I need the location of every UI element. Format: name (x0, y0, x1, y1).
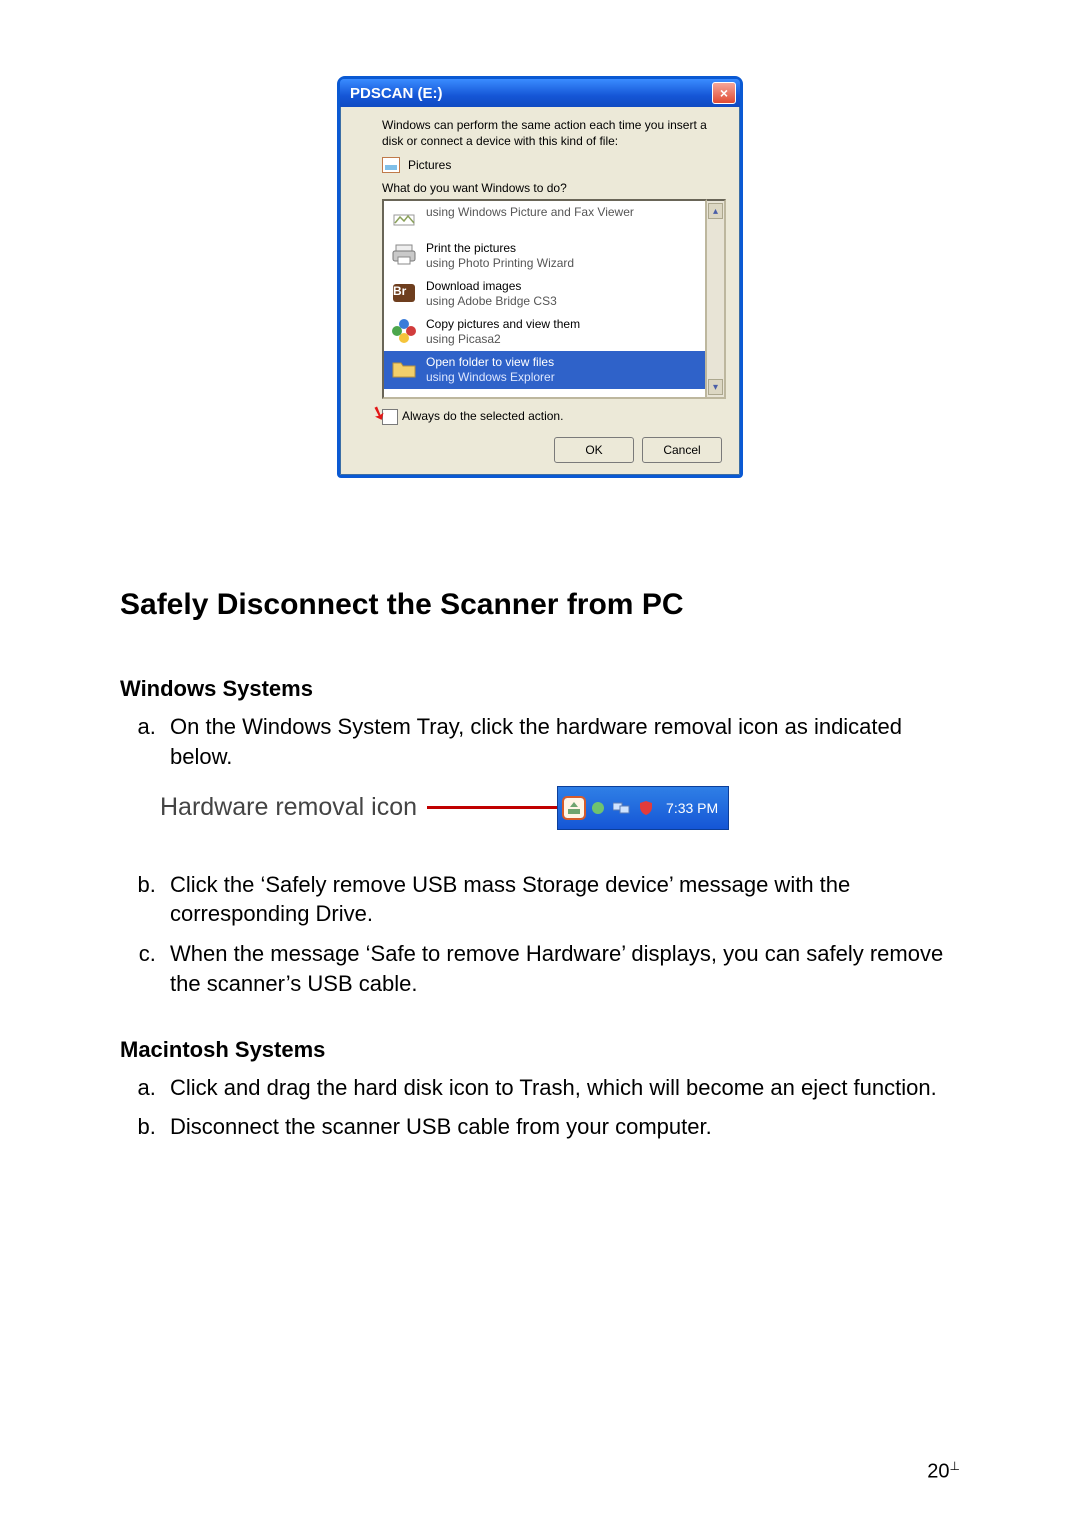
dialog-title: PDSCAN (E:) (350, 85, 443, 102)
mac-steps-list: Click and drag the hard disk icon to Tra… (162, 1073, 960, 1142)
scroll-up-button[interactable]: ▴ (708, 203, 723, 219)
list-item[interactable]: using Windows Picture and Fax Viewer (384, 201, 705, 237)
always-checkbox-label: Always do the selected action. (402, 409, 563, 423)
safely-remove-hardware-icon[interactable] (564, 798, 584, 818)
picasa-icon (390, 317, 418, 345)
list-item-sub: using Windows Picture and Fax Viewer (426, 205, 634, 219)
windows-step-b: Click the ‘Safely remove USB mass Storag… (162, 870, 960, 929)
mac-step-b: Disconnect the scanner USB cable from yo… (162, 1112, 960, 1142)
close-icon: × (720, 86, 728, 100)
list-item-sub: using Photo Printing Wizard (426, 256, 574, 271)
list-item-title: Open folder to view files (426, 355, 555, 370)
list-item[interactable]: Copy pictures and view them using Picasa… (384, 313, 705, 351)
cancel-button-label: Cancel (663, 443, 700, 457)
windows-steps-list-cont: Click the ‘Safely remove USB mass Storag… (162, 870, 960, 999)
list-item-sub: using Adobe Bridge CS3 (426, 294, 557, 309)
ok-button-label: OK (585, 443, 602, 457)
page-heading: Safely Disconnect the Scanner from PC (120, 588, 960, 622)
network-icon[interactable] (612, 798, 632, 818)
dialog-titlebar[interactable]: PDSCAN (E:) × (340, 79, 740, 107)
action-listbox[interactable]: using Windows Picture and Fax Viewer Pri… (382, 199, 707, 399)
cancel-button[interactable]: Cancel (642, 437, 722, 463)
system-tray: 7:33 PM (557, 786, 729, 830)
folder-icon (390, 355, 418, 383)
list-item-title: Print the pictures (426, 241, 574, 256)
list-item-selected[interactable]: Open folder to view files using Windows … (384, 351, 705, 389)
page-number-mark: ⊥ (950, 1459, 960, 1473)
close-button[interactable]: × (712, 82, 736, 104)
printer-icon (390, 241, 418, 269)
system-tray-figure: Hardware removal icon 7:33 PM (160, 786, 960, 830)
windows-step-c: When the message ‘Safe to remove Hardwar… (162, 939, 960, 998)
tray-figure-label: Hardware removal icon (160, 793, 417, 822)
list-item-title: Copy pictures and view them (426, 317, 580, 332)
page-number-value: 20 (927, 1461, 949, 1483)
adobe-bridge-icon: Br (390, 279, 418, 307)
mac-subheading: Macintosh Systems (120, 1037, 960, 1063)
windows-steps-list: On the Windows System Tray, click the ha… (162, 712, 960, 771)
list-item-sub: using Windows Explorer (426, 370, 555, 385)
pictures-icon (382, 157, 400, 173)
file-type-label: Pictures (408, 158, 451, 172)
list-item-title: Download images (426, 279, 557, 294)
page-number: 20⊥ (927, 1459, 960, 1484)
list-item[interactable]: Br Download images using Adobe Bridge CS… (384, 275, 705, 313)
security-icon[interactable] (636, 798, 656, 818)
list-item-sub: using Picasa2 (426, 332, 580, 347)
autoplay-dialog: PDSCAN (E:) × Windows can perform the sa… (337, 76, 743, 478)
ok-button[interactable]: OK (554, 437, 634, 463)
list-item[interactable]: Print the pictures using Photo Printing … (384, 237, 705, 275)
annotation-line (427, 806, 557, 809)
device-icon[interactable] (588, 798, 608, 818)
scroll-down-button[interactable]: ▾ (708, 379, 723, 395)
dialog-prompt: What do you want Windows to do? (382, 181, 726, 195)
picture-viewer-icon (390, 205, 418, 233)
dialog-intro-text: Windows can perform the same action each… (382, 117, 726, 149)
windows-subheading: Windows Systems (120, 676, 960, 702)
mac-step-a: Click and drag the hard disk icon to Tra… (162, 1073, 960, 1103)
tray-clock: 7:33 PM (666, 800, 718, 816)
windows-step-a: On the Windows System Tray, click the ha… (162, 712, 960, 771)
listbox-scrollbar[interactable]: ▴ ▾ (707, 199, 726, 399)
